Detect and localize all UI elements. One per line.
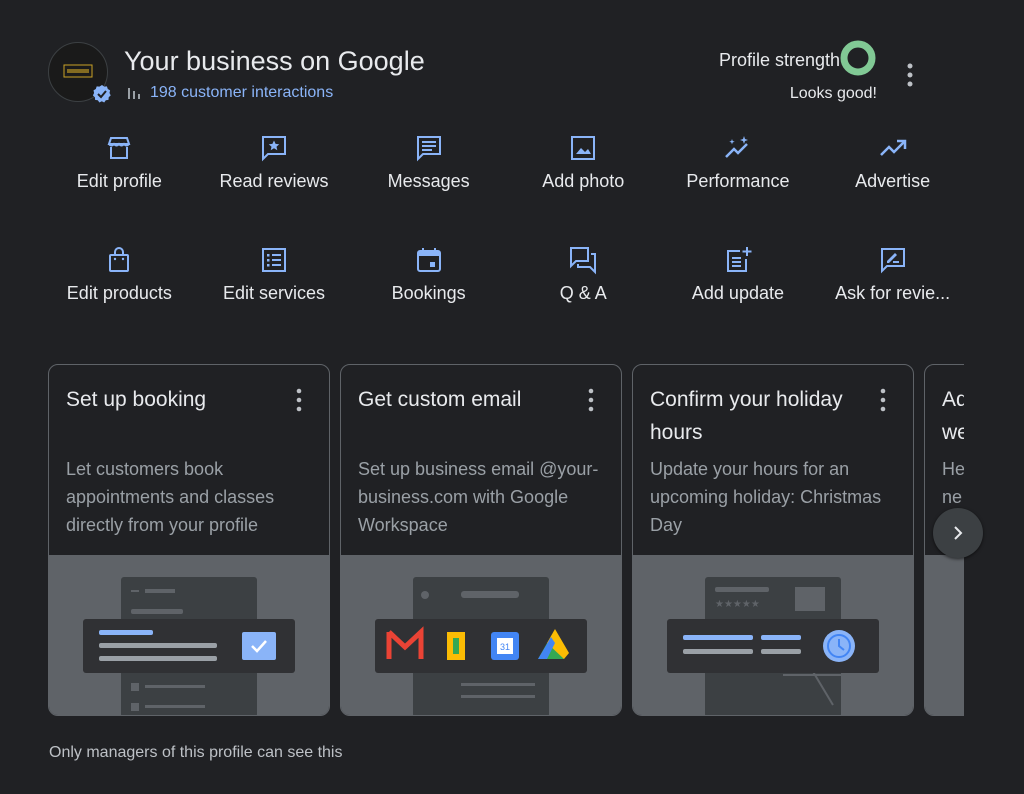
edit-profile-button[interactable]: Edit profile	[42, 133, 197, 245]
qa-label: Q & A	[559, 283, 607, 303]
advertise-button[interactable]: Advertise	[815, 133, 970, 245]
card-illustration	[925, 555, 964, 715]
svg-text:31: 31	[500, 642, 510, 652]
bookings-button[interactable]: Bookings	[351, 245, 506, 357]
performance-label: Performance	[686, 171, 790, 191]
bookings-label: Bookings	[391, 283, 466, 303]
card-title: Get custom email	[358, 388, 522, 411]
verified-badge-icon	[92, 85, 111, 103]
rate-review-icon	[880, 248, 905, 274]
read-reviews-button[interactable]: Read reviews	[197, 133, 352, 245]
performance-button[interactable]: Performance	[661, 133, 816, 245]
customer-interactions-link[interactable]: 198 customer interactions	[126, 84, 333, 102]
post-add-icon	[726, 247, 752, 272]
business-logo	[62, 63, 94, 79]
chevron-right-icon	[954, 526, 963, 540]
card-description: Set up business email @your-business.com…	[358, 459, 599, 535]
add-update-button[interactable]: Add update	[661, 245, 816, 357]
card-title: Set up booking	[66, 388, 207, 411]
ask-for-reviews-button[interactable]: Ask for revie...	[815, 245, 970, 357]
card-title: Confirm your holiday hours	[650, 388, 843, 444]
message-icon	[416, 136, 441, 162]
holiday-hours-card[interactable]: Confirm your holiday hours Update your h…	[632, 364, 914, 716]
card-description: Let customers book appointments and clas…	[66, 459, 275, 535]
card-menu-icon[interactable]	[583, 387, 599, 413]
business-avatar[interactable]	[48, 42, 111, 103]
read-reviews-label: Read reviews	[219, 171, 329, 191]
card-description: Update your hours for an upcoming holida…	[650, 459, 882, 535]
workspace-illustration: 31	[341, 555, 621, 715]
image-icon	[571, 136, 596, 160]
holiday-hours-illustration: ★★★★★	[633, 555, 913, 715]
messages-button[interactable]: Messages	[351, 133, 506, 245]
card-description: He ne	[942, 459, 964, 507]
advertise-label: Advertise	[855, 171, 931, 191]
add-photo-label: Add photo	[542, 171, 625, 191]
add-photo-button[interactable]: Add photo	[506, 133, 661, 245]
carousel-next-button[interactable]	[933, 508, 983, 558]
custom-email-card[interactable]: Get custom email Set up business email @…	[340, 364, 622, 716]
review-star-icon	[261, 136, 286, 162]
profile-strength-label: Profile strength	[718, 50, 840, 70]
card-title: Ad we	[942, 388, 964, 444]
suggestions-carousel: Set up booking Let customers book appoin…	[48, 364, 964, 716]
business-header: Your business on Google 198 customer int…	[48, 40, 984, 112]
bar-chart-icon	[128, 88, 140, 99]
profile-strength-ring[interactable]	[840, 40, 876, 76]
edit-products-button[interactable]: Edit products	[42, 245, 197, 357]
setup-booking-card[interactable]: Set up booking Let customers book appoin…	[48, 364, 330, 716]
card-menu-icon[interactable]	[875, 387, 891, 413]
quick-actions-grid: Edit profile Read reviews Messages Add p…	[42, 133, 970, 357]
sparkle-chart-icon	[725, 136, 748, 158]
edit-services-label: Edit services	[222, 283, 325, 303]
edit-products-label: Edit products	[66, 283, 172, 303]
customer-interactions-text: 198 customer interactions	[150, 84, 334, 101]
edit-profile-label: Edit profile	[76, 171, 162, 191]
forum-icon	[570, 247, 597, 275]
svg-text:★★★★★: ★★★★★	[715, 599, 760, 610]
more-options-icon[interactable]	[900, 60, 920, 90]
trending-up-icon	[879, 139, 906, 156]
qa-button[interactable]: Q & A	[506, 245, 661, 357]
actions-row-2: Edit products Edit services Bookings Q &…	[42, 245, 970, 357]
actions-row-1: Edit profile Read reviews Messages Add p…	[42, 133, 970, 245]
edit-services-button[interactable]: Edit services	[197, 245, 352, 357]
messages-label: Messages	[387, 171, 470, 191]
list-icon	[261, 248, 286, 272]
storefront-icon	[107, 137, 131, 159]
profile-strength-status: Looks good!	[789, 85, 877, 102]
booking-illustration	[49, 555, 329, 715]
shopping-bag-icon	[109, 247, 130, 272]
calendar-icon	[416, 248, 441, 272]
card-menu-icon[interactable]	[291, 387, 307, 413]
add-update-label: Add update	[691, 283, 784, 303]
ask-for-reviews-label: Ask for revie...	[835, 283, 951, 303]
business-title: Your business on Google	[124, 46, 425, 76]
managers-only-note: Only managers of this profile can see th…	[49, 744, 343, 761]
